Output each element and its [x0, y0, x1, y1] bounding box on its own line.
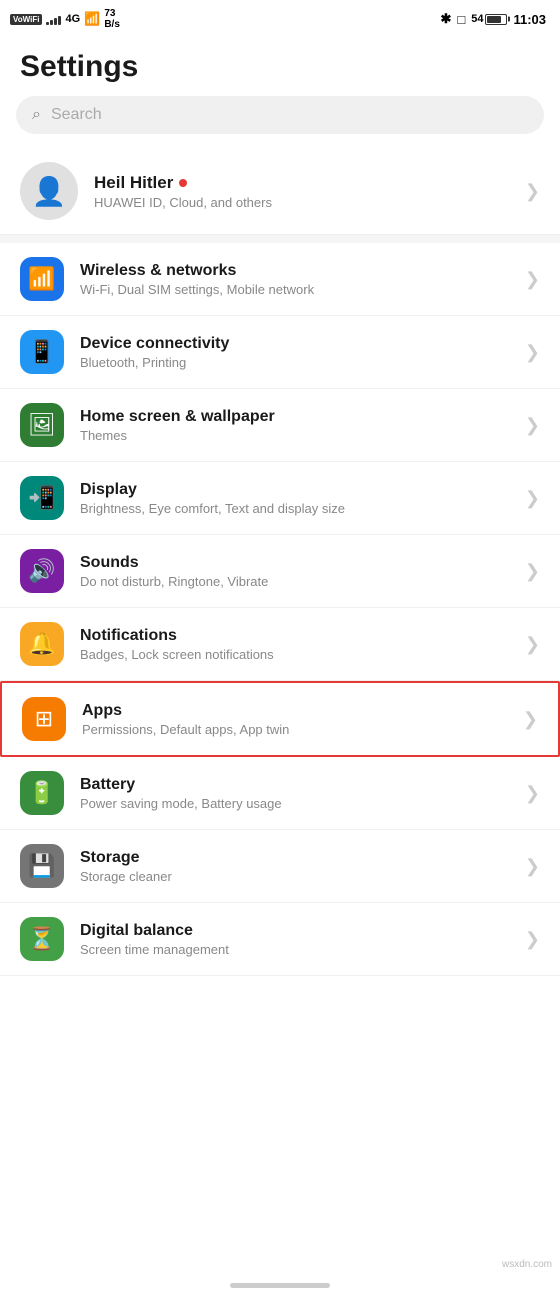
wireless-chevron-icon: ❯	[525, 269, 540, 290]
battery-level: 54	[471, 13, 483, 25]
search-bar[interactable]: ⌕ Search	[16, 96, 544, 134]
display-chevron-icon: ❯	[525, 488, 540, 509]
watermark: wsxdn.com	[502, 1259, 552, 1270]
wireless-text: Wireless & networks Wi-Fi, Dual SIM sett…	[80, 262, 509, 297]
battery-text: Battery Power saving mode, Battery usage	[80, 776, 509, 811]
homescreen-title: Home screen & wallpaper	[80, 408, 509, 426]
display-sub: Brightness, Eye comfort, Text and displa…	[80, 501, 509, 516]
settings-item-device[interactable]: 📱 Device connectivity Bluetooth, Printin…	[0, 316, 560, 389]
battery-box	[485, 14, 507, 25]
digitalbalance-text: Digital balance Screen time management	[80, 922, 509, 957]
settings-item-homescreen[interactable]: 🖼 Home screen & wallpaper Themes ❯	[0, 389, 560, 462]
page-title: Settings	[0, 36, 560, 96]
battery-sub: Power saving mode, Battery usage	[80, 796, 509, 811]
homescreen-icon: 🖼	[20, 403, 64, 447]
profile-name: Heil Hitler	[94, 173, 173, 193]
battery-title: Battery	[80, 776, 509, 794]
home-indicator	[230, 1283, 330, 1288]
storage-sub: Storage cleaner	[80, 869, 509, 884]
search-placeholder: Search	[51, 106, 102, 124]
sounds-text: Sounds Do not disturb, Ringtone, Vibrate	[80, 554, 509, 589]
status-left: VoWiFi 4G 📶 73B/s	[10, 8, 120, 30]
sounds-title: Sounds	[80, 554, 509, 572]
digitalbalance-chevron-icon: ❯	[525, 929, 540, 950]
apps-sub: Permissions, Default apps, App twin	[82, 722, 507, 737]
device-chevron-icon: ❯	[525, 342, 540, 363]
settings-item-sounds[interactable]: 🔊 Sounds Do not disturb, Ringtone, Vibra…	[0, 535, 560, 608]
digitalbalance-icon: ⏳	[20, 917, 64, 961]
apps-icon: ⊞	[22, 697, 66, 741]
apps-text: Apps Permissions, Default apps, App twin	[82, 702, 507, 737]
wireless-sub: Wi-Fi, Dual SIM settings, Mobile network	[80, 282, 509, 297]
apps-chevron-icon: ❯	[523, 709, 538, 730]
avatar-icon: 👤	[32, 175, 67, 208]
wifi-icon: 📶	[84, 11, 100, 27]
device-icon: 📱	[20, 330, 64, 374]
vowifi-badge: VoWiFi	[10, 14, 42, 25]
settings-list: 📶 Wireless & networks Wi-Fi, Dual SIM se…	[0, 243, 560, 976]
settings-item-battery[interactable]: 🔋 Battery Power saving mode, Battery usa…	[0, 757, 560, 830]
apps-title: Apps	[82, 702, 507, 720]
profile-status-dot	[179, 179, 187, 187]
digitalbalance-title: Digital balance	[80, 922, 509, 940]
search-icon: ⌕	[32, 106, 41, 124]
notifications-icon: 🔔	[20, 622, 64, 666]
profile-subtitle: HUAWEI ID, Cloud, and others	[94, 195, 272, 210]
digitalbalance-sub: Screen time management	[80, 942, 509, 957]
settings-item-apps[interactable]: ⊞ Apps Permissions, Default apps, App tw…	[0, 681, 560, 757]
device-sub: Bluetooth, Printing	[80, 355, 509, 370]
sounds-icon: 🔊	[20, 549, 64, 593]
network-type: 4G	[65, 13, 80, 25]
battery-icon: 🔋	[20, 771, 64, 815]
settings-item-display[interactable]: 📲 Display Brightness, Eye comfort, Text …	[0, 462, 560, 535]
display-text: Display Brightness, Eye comfort, Text an…	[80, 481, 509, 516]
status-right: ✱ □ 54 11:03	[440, 11, 546, 27]
battery-chevron-icon: ❯	[525, 783, 540, 804]
time-display: 11:03	[513, 12, 546, 27]
sounds-sub: Do not disturb, Ringtone, Vibrate	[80, 574, 509, 589]
profile-chevron-icon: ❯	[525, 181, 540, 202]
signal-icon	[46, 13, 61, 25]
homescreen-text: Home screen & wallpaper Themes	[80, 408, 509, 443]
sounds-chevron-icon: ❯	[525, 561, 540, 582]
device-title: Device connectivity	[80, 335, 509, 353]
profile-section[interactable]: 👤 Heil Hitler HUAWEI ID, Cloud, and othe…	[0, 148, 560, 235]
bluetooth-icon: ✱	[440, 11, 451, 27]
settings-item-digitalbalance[interactable]: ⏳ Digital balance Screen time management…	[0, 903, 560, 976]
profile-name-row: Heil Hitler	[94, 173, 272, 193]
homescreen-sub: Themes	[80, 428, 509, 443]
storage-text: Storage Storage cleaner	[80, 849, 509, 884]
wireless-icon: 📶	[20, 257, 64, 301]
notifications-title: Notifications	[80, 627, 509, 645]
device-text: Device connectivity Bluetooth, Printing	[80, 335, 509, 370]
status-bar: VoWiFi 4G 📶 73B/s ✱ □ 54 11:03	[0, 0, 560, 36]
settings-item-wireless[interactable]: 📶 Wireless & networks Wi-Fi, Dual SIM se…	[0, 243, 560, 316]
battery-fill	[487, 16, 501, 23]
wireless-title: Wireless & networks	[80, 262, 509, 280]
speed-indicator: 73B/s	[104, 8, 120, 30]
notifications-chevron-icon: ❯	[525, 634, 540, 655]
display-title: Display	[80, 481, 509, 499]
homescreen-chevron-icon: ❯	[525, 415, 540, 436]
notifications-sub: Badges, Lock screen notifications	[80, 647, 509, 662]
avatar: 👤	[20, 162, 78, 220]
section-divider	[0, 235, 560, 243]
profile-info: Heil Hitler HUAWEI ID, Cloud, and others	[94, 173, 272, 210]
notifications-text: Notifications Badges, Lock screen notifi…	[80, 627, 509, 662]
storage-icon: 💾	[20, 844, 64, 888]
settings-item-notifications[interactable]: 🔔 Notifications Badges, Lock screen noti…	[0, 608, 560, 681]
storage-title: Storage	[80, 849, 509, 867]
screen-record-icon: □	[457, 12, 465, 27]
display-icon: 📲	[20, 476, 64, 520]
battery-indicator: 54	[471, 13, 507, 25]
settings-item-storage[interactable]: 💾 Storage Storage cleaner ❯	[0, 830, 560, 903]
storage-chevron-icon: ❯	[525, 856, 540, 877]
